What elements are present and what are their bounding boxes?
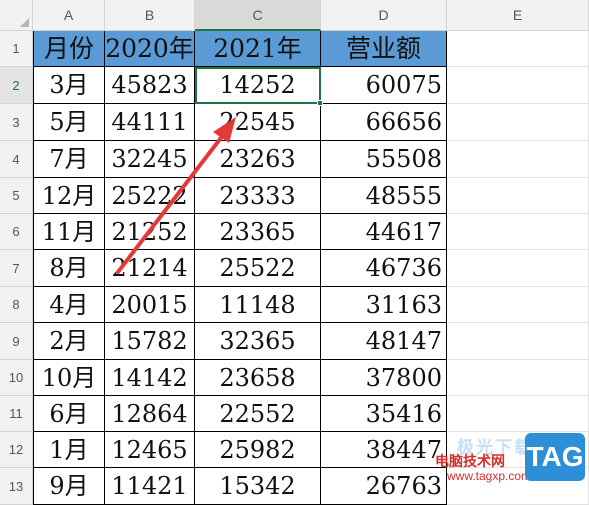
- cell-c12[interactable]: 25982: [195, 432, 321, 468]
- row-header-9[interactable]: 9: [0, 323, 33, 360]
- header-cell-b1[interactable]: 2020年: [105, 31, 195, 67]
- cell-c9[interactable]: 32365: [195, 323, 321, 360]
- cell-e8[interactable]: [447, 287, 589, 323]
- column-header-d[interactable]: D: [321, 0, 447, 31]
- cell-d9[interactable]: 48147: [321, 323, 447, 360]
- cell-e1[interactable]: [447, 31, 589, 67]
- cell-b8[interactable]: 20015: [105, 287, 195, 323]
- cell-e3[interactable]: [447, 104, 589, 141]
- watermark-subtitle: 电脑技术网: [435, 453, 505, 469]
- row-header-1[interactable]: 1: [0, 31, 33, 67]
- column-header-e[interactable]: E: [447, 0, 589, 31]
- cell-e2[interactable]: [447, 67, 589, 104]
- tag-logo-badge: TAG: [525, 433, 585, 481]
- row-header-5[interactable]: 5: [0, 178, 33, 214]
- cell-c10[interactable]: 23658: [195, 360, 321, 396]
- row-header-6[interactable]: 6: [0, 214, 33, 250]
- cell-b2[interactable]: 45823: [105, 67, 195, 104]
- cell-c8[interactable]: 11148: [195, 287, 321, 323]
- cell-a12[interactable]: 1月: [33, 432, 105, 468]
- cell-a4[interactable]: 7月: [33, 141, 105, 178]
- cell-a9[interactable]: 2月: [33, 323, 105, 360]
- cell-a6[interactable]: 11月: [33, 214, 105, 250]
- row-header-2[interactable]: 2: [0, 67, 33, 104]
- header-cell-c1[interactable]: 2021年: [195, 31, 321, 67]
- cell-c5[interactable]: 23333: [195, 178, 321, 214]
- cell-d3[interactable]: 66656: [321, 104, 447, 141]
- cell-a8[interactable]: 4月: [33, 287, 105, 323]
- cell-b11[interactable]: 12864: [105, 396, 195, 432]
- row-header-7[interactable]: 7: [0, 250, 33, 287]
- cell-b6[interactable]: 21252: [105, 214, 195, 250]
- cell-d7[interactable]: 46736: [321, 250, 447, 287]
- row-header-8[interactable]: 8: [0, 287, 33, 323]
- watermark: 极光下载站 电脑技术网 www.tagxp.com TAG: [399, 427, 589, 487]
- cell-e4[interactable]: [447, 141, 589, 178]
- cell-a10[interactable]: 10月: [33, 360, 105, 396]
- spreadsheet: ABCDE 1 2 3 4 5 6 7 8 9 10 11 12 13 月份 2020年 2021年 营业额 3…: [0, 0, 589, 505]
- cell-a11[interactable]: 6月: [33, 396, 105, 432]
- cell-d6[interactable]: 44617: [321, 214, 447, 250]
- header-cell-a1[interactable]: 月份: [33, 31, 105, 67]
- cell-c3[interactable]: 22545: [195, 104, 321, 141]
- row-header-12[interactable]: 12: [0, 432, 33, 468]
- cell-c2[interactable]: 14252: [195, 67, 321, 104]
- cell-d5[interactable]: 48555: [321, 178, 447, 214]
- cell-c7[interactable]: 25522: [195, 250, 321, 287]
- cell-c11[interactable]: 22552: [195, 396, 321, 432]
- row-header-11[interactable]: 11: [0, 396, 33, 432]
- cell-e6[interactable]: [447, 214, 589, 250]
- fill-handle[interactable]: [317, 100, 323, 106]
- cell-a5[interactable]: 12月: [33, 178, 105, 214]
- watermark-url: www.tagxp.com: [447, 469, 532, 483]
- cell-d4[interactable]: 55508: [321, 141, 447, 178]
- cell-b7[interactable]: 21214: [105, 250, 195, 287]
- cell-a3[interactable]: 5月: [33, 104, 105, 141]
- cell-c6[interactable]: 23365: [195, 214, 321, 250]
- row-header-10[interactable]: 10: [0, 360, 33, 396]
- cell-e5[interactable]: [447, 178, 589, 214]
- cell-b3[interactable]: 44111: [105, 104, 195, 141]
- cell-b4[interactable]: 32245: [105, 141, 195, 178]
- row-header-3[interactable]: 3: [0, 104, 33, 141]
- cell-b12[interactable]: 12465: [105, 432, 195, 468]
- cell-b10[interactable]: 14142: [105, 360, 195, 396]
- cell-c4[interactable]: 23263: [195, 141, 321, 178]
- header-cell-d1[interactable]: 营业额: [321, 31, 447, 67]
- column-header-a[interactable]: A: [33, 0, 105, 31]
- cell-a2[interactable]: 3月: [33, 67, 105, 104]
- cell-b9[interactable]: 15782: [105, 323, 195, 360]
- cell-e9[interactable]: [447, 323, 589, 360]
- cell-e10[interactable]: [447, 360, 589, 396]
- cell-d10[interactable]: 37800: [321, 360, 447, 396]
- cell-b5[interactable]: 25222: [105, 178, 195, 214]
- cell-e7[interactable]: [447, 250, 589, 287]
- row-header-4[interactable]: 4: [0, 141, 33, 178]
- select-all-corner[interactable]: [0, 0, 33, 31]
- cell-d2[interactable]: 60075: [321, 67, 447, 104]
- column-header-b[interactable]: B: [105, 0, 195, 31]
- cell-d8[interactable]: 31163: [321, 287, 447, 323]
- column-header-c[interactable]: C: [195, 0, 321, 31]
- cell-a7[interactable]: 8月: [33, 250, 105, 287]
